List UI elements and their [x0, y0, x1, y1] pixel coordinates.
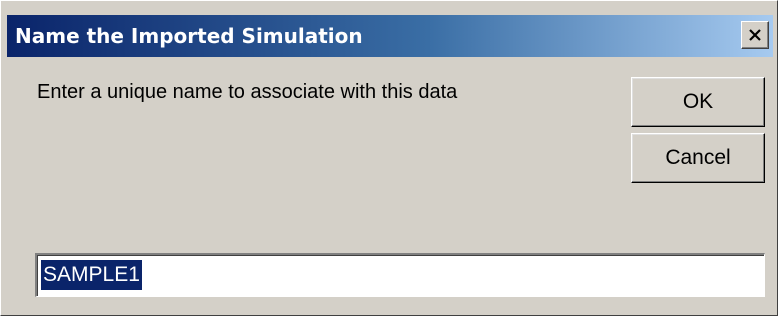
dialog-title: Name the Imported Simulation	[15, 24, 363, 48]
close-button[interactable]	[741, 21, 769, 49]
close-icon	[749, 29, 761, 41]
ok-button[interactable]: OK	[631, 77, 765, 127]
cancel-button[interactable]: Cancel	[631, 133, 765, 183]
import-name-dialog: Name the Imported Simulation Enter a uni…	[0, 0, 778, 316]
prompt-label: Enter a unique name to associate with th…	[37, 81, 458, 103]
simulation-name-value: SAMPLE1	[41, 260, 142, 290]
simulation-name-input[interactable]: SAMPLE1	[35, 253, 765, 297]
title-bar[interactable]: Name the Imported Simulation	[7, 15, 773, 57]
